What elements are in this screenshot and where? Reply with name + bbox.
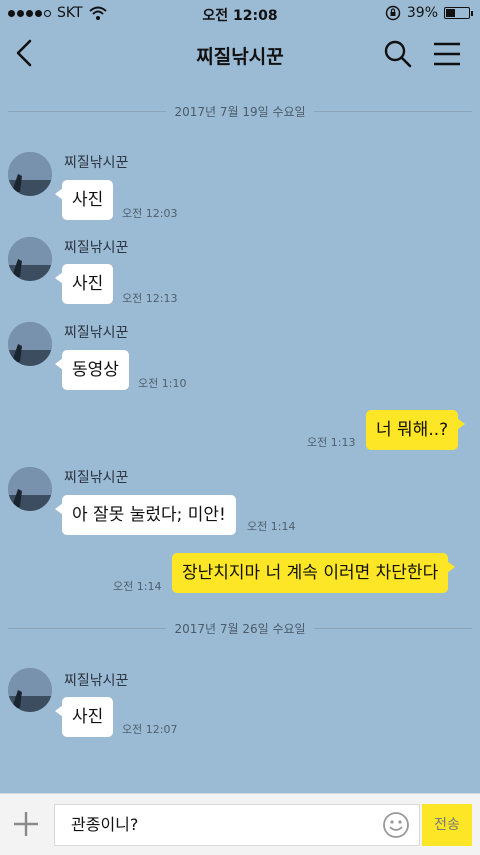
emoji-icon[interactable] bbox=[382, 811, 410, 839]
sender-name: 찌질낚시꾼 bbox=[64, 155, 129, 171]
message-bubble-received[interactable]: 사진 bbox=[54, 697, 114, 737]
chat-header: 찌질낚시꾼 bbox=[0, 28, 480, 82]
date-divider-label: 2017년 7월 19일 수요일 bbox=[174, 104, 306, 119]
message-time: 오전 12:03 bbox=[122, 207, 178, 220]
message-time: 오전 1:13 bbox=[307, 436, 356, 449]
message-bubble-received[interactable]: 사진 bbox=[54, 264, 114, 304]
avatar[interactable] bbox=[8, 668, 52, 712]
battery-level bbox=[446, 9, 455, 17]
message-bubble-sent[interactable]: 장난치지마 너 계속 이러면 차단한다 bbox=[172, 553, 456, 593]
hamburger-menu-icon[interactable] bbox=[432, 40, 462, 68]
send-button[interactable]: 전송 bbox=[422, 804, 472, 846]
status-bar: SKT 오전 12:08 39% bbox=[0, 0, 480, 28]
avatar[interactable] bbox=[8, 237, 52, 281]
plus-icon[interactable] bbox=[12, 810, 40, 838]
avatar[interactable] bbox=[8, 467, 52, 511]
message-bubble-received[interactable]: 아 잘못 눌렀다; 미안! bbox=[55, 495, 236, 535]
sender-name: 찌질낚시꾼 bbox=[64, 240, 129, 256]
avatar[interactable] bbox=[8, 322, 52, 366]
message-time: 오전 12:07 bbox=[122, 723, 178, 736]
message-time: 오전 1:14 bbox=[113, 580, 162, 593]
avatar[interactable] bbox=[8, 152, 52, 196]
orientation-lock-icon bbox=[385, 5, 401, 21]
sender-name: 찌질낚시꾼 bbox=[64, 325, 129, 341]
status-right: 39% bbox=[385, 5, 473, 21]
message-bubble-received[interactable]: 동영상 bbox=[55, 350, 129, 390]
date-divider: 2017년 7월 26일 수요일 bbox=[8, 618, 473, 638]
sender-name: 찌질낚시꾼 bbox=[64, 470, 129, 486]
message-time: 오전 1:10 bbox=[138, 377, 187, 390]
message-bubble-sent[interactable]: 너 뭐해..? bbox=[366, 410, 466, 450]
message-bubble-received[interactable]: 사진 bbox=[54, 180, 114, 220]
date-divider: 2017년 7월 19일 수요일 bbox=[8, 101, 473, 121]
battery-percent: 39% bbox=[406, 5, 438, 21]
message-time: 오전 1:14 bbox=[247, 520, 296, 533]
search-icon[interactable] bbox=[382, 38, 414, 70]
date-divider-label: 2017년 7월 26일 수요일 bbox=[174, 621, 306, 636]
sender-name: 찌질낚시꾼 bbox=[64, 673, 129, 689]
message-input-bar: 관종이니? 전송 bbox=[0, 793, 480, 855]
message-time: 오전 12:13 bbox=[122, 292, 178, 305]
battery-icon bbox=[444, 7, 473, 19]
message-input[interactable]: 관종이니? bbox=[54, 804, 420, 846]
